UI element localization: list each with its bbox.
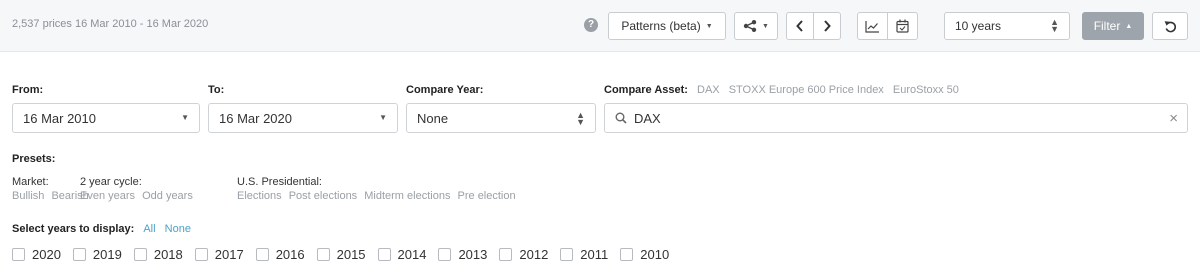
year-option-2012[interactable]: 2012 xyxy=(499,247,548,262)
compare-asset-label: Compare Asset: xyxy=(604,84,688,96)
toolbar: 2,537 prices 16 Mar 2010 - 16 Mar 2020 ?… xyxy=(0,0,1200,52)
year-option-2015[interactable]: 2015 xyxy=(316,247,366,262)
asset-suggestion-eurostoxx-50[interactable]: EuroStoxx 50 xyxy=(893,84,959,96)
chevron-down-icon: ▼ xyxy=(181,113,189,122)
chevron-left-icon xyxy=(796,20,803,32)
compare-asset-value: DAX xyxy=(634,110,661,126)
year-option-2011[interactable]: 2011 xyxy=(560,247,608,262)
select-years-label: Select years to display: xyxy=(12,223,135,235)
preset-midterm-elections[interactable]: Midterm elections xyxy=(364,190,450,202)
to-date-select[interactable]: 16 Mar 2020 ▼ xyxy=(208,103,398,133)
preset-title-cycle: 2 year cycle: xyxy=(80,176,142,188)
compare-year-value: None xyxy=(417,110,449,126)
year-checkbox[interactable] xyxy=(316,248,330,261)
year-checkbox-list: 2020 2019 2018 2017 2016 2015 2014 2013 … xyxy=(12,247,681,262)
next-period-button[interactable] xyxy=(813,12,841,40)
year-checkbox[interactable] xyxy=(255,248,269,261)
calendar-view-button[interactable] xyxy=(887,12,918,40)
year-label: 2016 xyxy=(275,247,305,262)
previous-period-button[interactable] xyxy=(786,12,814,40)
year-label: 2015 xyxy=(336,247,366,262)
line-chart-icon xyxy=(865,20,879,33)
asset-suggestion-stoxx-600[interactable]: STOXX Europe 600 Price Index xyxy=(729,84,884,96)
year-checkbox[interactable] xyxy=(438,248,452,261)
year-option-2016[interactable]: 2016 xyxy=(255,247,305,262)
year-label: 2011 xyxy=(580,247,609,262)
preset-title-presidential: U.S. Presidential: xyxy=(237,176,322,188)
year-label: 2019 xyxy=(92,247,122,262)
caret-up-icon: ▲ xyxy=(1125,22,1133,30)
year-option-2013[interactable]: 2013 xyxy=(438,247,487,262)
select-arrows-icon: ▲ ▼ xyxy=(1050,17,1059,34)
preset-even-years[interactable]: Even years xyxy=(80,190,135,202)
year-checkbox[interactable] xyxy=(72,248,86,261)
preset-post-elections[interactable]: Post elections xyxy=(289,190,357,202)
year-checkbox[interactable] xyxy=(377,248,391,261)
year-option-2019[interactable]: 2019 xyxy=(72,247,122,262)
year-label: 2010 xyxy=(640,247,670,262)
price-range-info: 2,537 prices 16 Mar 2010 - 16 Mar 2020 xyxy=(12,18,209,30)
range-select[interactable]: 10 years ▲ ▼ xyxy=(944,12,1070,40)
patterns-label: Patterns (beta) xyxy=(621,19,701,33)
year-checkbox[interactable] xyxy=(560,248,574,261)
range-value: 10 years xyxy=(955,19,1002,33)
chevron-right-icon xyxy=(824,20,831,32)
asset-suggestion-dax[interactable]: DAX xyxy=(697,84,720,96)
search-icon xyxy=(615,112,627,124)
select-arrows-icon: ▲ ▼ xyxy=(576,110,585,127)
preset-odd-years[interactable]: Odd years xyxy=(142,190,193,202)
help-icon[interactable]: ? xyxy=(584,18,598,32)
presets-label: Presets: xyxy=(12,153,56,165)
year-option-2018[interactable]: 2018 xyxy=(133,247,183,262)
select-years-row: Select years to display: All None xyxy=(12,223,191,235)
calendar-icon xyxy=(896,19,909,33)
year-checkbox[interactable] xyxy=(194,248,208,261)
caret-down-icon: ▼ xyxy=(762,22,769,30)
to-label: To: xyxy=(208,84,225,96)
year-label: 2012 xyxy=(519,247,549,262)
year-label: 2017 xyxy=(214,247,244,262)
year-option-2014[interactable]: 2014 xyxy=(377,247,427,262)
compare-year-select[interactable]: None ▲ ▼ xyxy=(406,103,596,133)
filter-toggle-button[interactable]: Filter ▲ xyxy=(1082,12,1144,40)
year-checkbox[interactable] xyxy=(133,248,147,261)
share-dropdown-button[interactable]: ▼ xyxy=(734,12,778,40)
select-all-link[interactable]: All xyxy=(143,223,155,235)
preset-group-cycle: 2 year cycle: Even years Odd years xyxy=(80,176,197,202)
to-date-value: 16 Mar 2020 xyxy=(219,110,292,126)
patterns-dropdown-button[interactable]: Patterns (beta) ▼ xyxy=(608,12,726,40)
chart-view-button[interactable] xyxy=(857,12,888,40)
year-checkbox[interactable] xyxy=(12,248,25,261)
filter-label: Filter xyxy=(1093,19,1121,33)
clear-icon[interactable]: × xyxy=(1169,110,1178,127)
from-date-select[interactable]: 16 Mar 2010 ▼ xyxy=(12,103,200,133)
chevron-down-icon: ▼ xyxy=(379,113,387,122)
preset-group-presidential: U.S. Presidential: Elections Post electi… xyxy=(237,176,520,202)
undo-icon xyxy=(1164,20,1176,32)
year-option-2010[interactable]: 2010 xyxy=(620,247,669,262)
caret-down-icon: ▼ xyxy=(705,22,713,30)
share-icon xyxy=(743,20,757,32)
year-label: 2020 xyxy=(32,247,61,262)
compare-asset-search[interactable]: DAX × xyxy=(604,103,1188,133)
year-option-2020[interactable]: 2020 xyxy=(12,247,61,262)
preset-bullish[interactable]: Bullish xyxy=(12,190,44,202)
year-checkbox[interactable] xyxy=(499,248,513,261)
year-checkbox[interactable] xyxy=(620,248,634,261)
compare-year-label: Compare Year: xyxy=(406,84,484,96)
year-label: 2018 xyxy=(153,247,183,262)
from-label: From: xyxy=(12,84,44,96)
reset-button[interactable] xyxy=(1152,12,1188,40)
preset-elections[interactable]: Elections xyxy=(237,190,282,202)
year-label: 2014 xyxy=(397,247,427,262)
from-date-value: 16 Mar 2010 xyxy=(23,110,96,126)
year-option-2017[interactable]: 2017 xyxy=(194,247,244,262)
year-label: 2013 xyxy=(458,247,488,262)
preset-pre-election[interactable]: Pre election xyxy=(458,190,516,202)
compare-asset-label-row: Compare Asset: DAX STOXX Europe 600 Pric… xyxy=(604,84,959,96)
select-none-link[interactable]: None xyxy=(165,223,191,235)
